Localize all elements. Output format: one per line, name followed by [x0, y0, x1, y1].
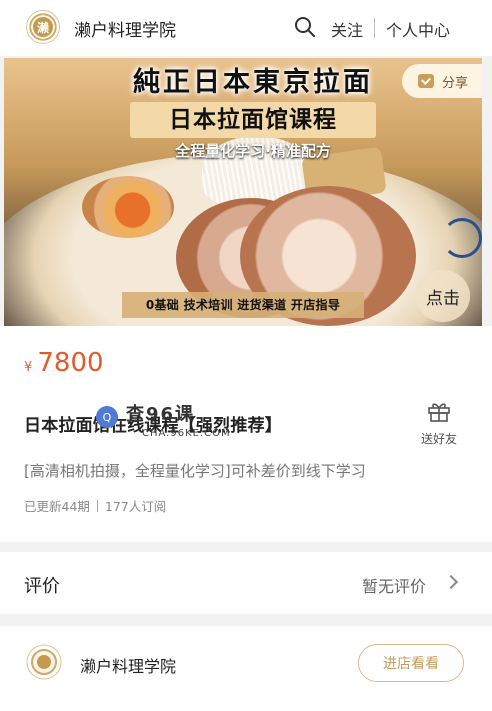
share-button[interactable]: 分享 [402, 64, 482, 98]
review-label: 评价 [24, 576, 60, 597]
gift-label: 送好友 [420, 432, 457, 446]
watermark-url: CHA.96KE.COM [142, 428, 231, 439]
price: ¥ 7800 [24, 348, 104, 378]
brand-name[interactable]: 濑户料理学院 [74, 16, 176, 41]
header-divider [374, 18, 375, 38]
course-info-panel: ¥ 7800 日本拉面馆在线课程【强烈推荐】 Q 查96课 CHA.96KE.C… [0, 326, 492, 542]
user-center-link[interactable]: 个人中心 [386, 17, 450, 41]
course-page: 濑 濑户料理学院 关注 个人中心 純正日本東京拉面 日本拉面馆课程 全程量化学习… [0, 0, 492, 711]
course-meta: 已更新44期 177人订阅 [24, 496, 166, 515]
gift-icon [428, 403, 450, 422]
watermark-text: 查96课 [126, 404, 196, 425]
follow-button[interactable]: 关注 [331, 17, 363, 41]
meta-divider [96, 500, 98, 512]
share-label: 分享 [442, 75, 469, 91]
banner-title-block: 純正日本東京拉面 日本拉面馆课程 全程量化学习·精准配方 [108, 60, 398, 161]
update-count: 已更新44期 [24, 499, 90, 514]
chevron-right-icon [443, 574, 459, 590]
shop-name[interactable]: 濑户料理学院 [80, 653, 176, 677]
review-row[interactable]: 评价 暂无评价 [0, 552, 492, 614]
visit-shop-button[interactable]: 进店看看 [358, 644, 464, 682]
search-icon[interactable] [294, 16, 316, 38]
logo-mark: 濑 [33, 17, 53, 37]
subscriber-count: 177人订阅 [104, 499, 167, 514]
bowl-pattern [442, 218, 482, 258]
watermark-logo-icon: Q [96, 406, 118, 428]
course-description: [高清相机拍摄，全程量化学习]可补差价到线下学习 [24, 462, 366, 480]
top-header: 濑 濑户料理学院 关注 个人中心 [0, 0, 492, 56]
banner-tagline: 全程量化学习·精准配方 [175, 142, 331, 160]
click-stamp[interactable]: 点击 [416, 270, 470, 322]
banner-feature-tags: 0基础 技术培训 进货渠道 开店指导 [122, 292, 364, 318]
banner-title: 純正日本東京拉面 [133, 67, 373, 98]
review-status: 暂无评价 [362, 577, 427, 596]
shop-row: 濑户料理学院 进店看看 [0, 626, 492, 711]
banner-subtitle: 日本拉面馆课程 [130, 102, 376, 138]
price-symbol: ¥ [24, 360, 33, 375]
course-banner[interactable]: 純正日本東京拉面 日本拉面馆课程 全程量化学习·精准配方 分享 0基础 技术培训… [4, 58, 482, 326]
egg-topping [82, 176, 174, 238]
school-logo[interactable]: 濑 [26, 10, 60, 44]
price-value: 7800 [37, 348, 104, 378]
share-icon [418, 74, 434, 88]
site-watermark: Q 查96课 CHA.96KE.COM [96, 400, 230, 444]
gift-to-friend-button[interactable]: 送好友 [416, 400, 462, 447]
shop-logo[interactable] [26, 644, 62, 680]
